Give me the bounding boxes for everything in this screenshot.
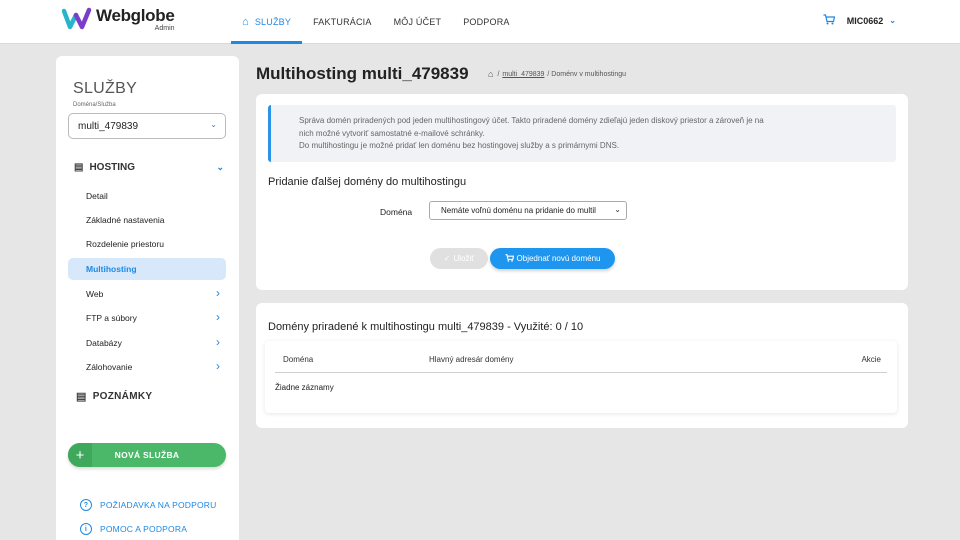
sidebar-title: SLUŽBY	[73, 80, 138, 97]
chevron-down-icon: ⌄	[614, 205, 621, 214]
breadcrumb-current: / Doménv v multihostingu	[547, 70, 627, 78]
info-line: Do multihostingu je možné pridať len dom…	[299, 141, 620, 150]
column-header-domain: Doména	[283, 355, 314, 364]
info-line: nich možné vytvoriť samostatné e-mailové…	[299, 128, 485, 138]
sidebar-item-databazy[interactable]: Databázy ›	[68, 332, 226, 354]
nav-sluzby-label: SLUŽBY	[254, 17, 292, 27]
notes-icon: ▤	[76, 391, 87, 403]
nav-sluzby[interactable]: ⌂ SLUŽBY	[231, 0, 303, 44]
home-icon: ⌂	[242, 16, 249, 28]
nav-podpora-label: PODPORA	[463, 17, 510, 27]
chevron-down-icon: ⌄	[216, 162, 224, 172]
add-domain-heading: Pridanie ďalšej domény do multihostingu	[268, 176, 467, 188]
hosting-label: HOSTING	[89, 162, 136, 173]
info-line: Správa domén priradených pod jeden multi…	[299, 116, 764, 125]
webglobe-logo-icon	[62, 7, 92, 30]
logo-subtitle: Admin	[154, 25, 175, 32]
nav-fakturacia[interactable]: FAKTURÁCIA	[302, 0, 383, 44]
chevron-right-icon: ›	[216, 335, 220, 349]
empty-state: Žiadne záznamy	[275, 383, 334, 392]
sidebar-item-label: Základné nastavenia	[86, 215, 165, 225]
breadcrumb-separator: /	[497, 70, 500, 78]
save-button[interactable]: ✓ Uložiť	[430, 248, 488, 269]
sidebar-item-detail[interactable]: Detail	[68, 185, 226, 207]
service-select-value: multi_479839	[78, 120, 139, 132]
hosting-section-toggle[interactable]: ▤ HOSTING ⌄	[74, 162, 224, 173]
nav-moj-ucet[interactable]: MÔJ ÚČET	[383, 0, 453, 44]
nav-fakturacia-label: FAKTURÁCIA	[313, 17, 372, 27]
service-select-label: Doména/Služba	[73, 102, 116, 108]
sidebar: SLUŽBY Doména/Služba multi_479839 ⌄ ▤ HO…	[56, 56, 239, 540]
sidebar-item-zakladne-nastavenia[interactable]: Základné nastavenia	[68, 209, 226, 231]
add-domain-card: Správa domén priradených pod jeden multi…	[256, 94, 908, 290]
chevron-right-icon: ›	[216, 286, 220, 300]
sidebar-item-label: Detail	[86, 191, 108, 201]
sidebar-item-ftp[interactable]: FTP a súbory ›	[68, 307, 226, 329]
home-icon[interactable]: ⌂	[488, 69, 493, 79]
sidebar-item-multihosting[interactable]: Multihosting	[68, 258, 226, 280]
assigned-domains-card: Domény priradené k multihostingu multi_4…	[256, 303, 908, 428]
assigned-domains-heading: Domény priradené k multihostingu multi_4…	[268, 321, 584, 333]
cart-icon	[505, 253, 514, 264]
nav-podpora[interactable]: PODPORA	[452, 0, 520, 44]
sidebar-item-label: Multihosting	[86, 264, 137, 274]
new-service-button[interactable]: + NOVÁ SLUŽBA	[68, 443, 226, 467]
notes-label: POZNÁMKY	[92, 391, 153, 402]
logo-name: Webglobe	[96, 6, 175, 25]
domain-select[interactable]: Nemáte voľnú doménu na pridanie do multi…	[429, 201, 627, 220]
nav-moj-ucet-label: MÔJ ÚČET	[393, 17, 442, 27]
service-select[interactable]: multi_479839 ⌄	[68, 113, 226, 139]
help-label: POMOC A PODPORA	[100, 524, 188, 534]
cart-icon[interactable]	[823, 14, 836, 27]
chevron-right-icon: ›	[216, 310, 220, 324]
domain-field-label: Doména	[380, 207, 413, 217]
save-button-label: Uložiť	[453, 254, 475, 263]
notes-link[interactable]: ▤ POZNÁMKY	[76, 390, 152, 403]
sidebar-item-label: FTP a súbory	[86, 313, 137, 323]
check-icon: ✓	[443, 254, 451, 263]
domains-table: Doména Hlavný adresár domény Akcie Žiadn…	[265, 341, 897, 413]
new-service-label: NOVÁ SLUŽBA	[114, 450, 180, 460]
server-icon: ▤	[74, 162, 84, 173]
user-menu[interactable]: MIC0662 ⌄	[823, 14, 896, 27]
chevron-down-icon: ⌄	[889, 16, 896, 25]
info-box: Správa domén priradených pod jeden multi…	[268, 105, 896, 162]
main-nav: ⌂ SLUŽBY FAKTURÁCIA MÔJ ÚČET PODPORA	[231, 0, 521, 44]
sidebar-item-label: Web	[86, 289, 104, 299]
username: MIC0662	[846, 15, 884, 26]
chevron-right-icon: ›	[216, 359, 220, 373]
top-bar: Webglobe Admin ⌂ SLUŽBY FAKTURÁCIA MÔJ Ú…	[0, 0, 960, 44]
order-domain-label: Objednať novú doménu	[516, 254, 601, 263]
logo[interactable]: Webglobe Admin	[62, 7, 175, 32]
help-link[interactable]: i POMOC A PODPORA	[80, 523, 187, 535]
column-header-actions: Akcie	[861, 355, 881, 364]
sidebar-item-label: Databázy	[86, 338, 122, 348]
sidebar-item-label: Rozdelenie priestoru	[86, 239, 164, 249]
table-header-divider	[275, 372, 887, 373]
question-icon: ?	[80, 499, 92, 511]
sidebar-item-zalohovanie[interactable]: Zálohovanie ›	[68, 356, 226, 378]
page-title: Multihosting multi_479839	[256, 64, 469, 83]
sidebar-item-web[interactable]: Web ›	[68, 283, 226, 305]
breadcrumb: ⌂ / multi_479839 / Doménv v multihosting…	[488, 69, 626, 79]
support-request-link[interactable]: ? POŽIADAVKA NA PODPORU	[80, 499, 216, 511]
column-header-directory: Hlavný adresár domény	[429, 355, 514, 364]
domain-select-value: Nemáte voľnú doménu na pridanie do multi…	[441, 206, 596, 215]
breadcrumb-link-service[interactable]: multi_479839	[502, 71, 544, 78]
sidebar-item-label: Zálohovanie	[86, 362, 133, 372]
info-icon: i	[80, 523, 92, 535]
sidebar-item-rozdelenie-priestoru[interactable]: Rozdelenie priestoru	[68, 233, 226, 255]
chevron-down-icon: ⌄	[210, 120, 217, 129]
plus-icon: +	[68, 443, 92, 467]
support-request-label: POŽIADAVKA NA PODPORU	[100, 500, 217, 510]
order-domain-button[interactable]: Objednať novú doménu	[490, 248, 615, 269]
